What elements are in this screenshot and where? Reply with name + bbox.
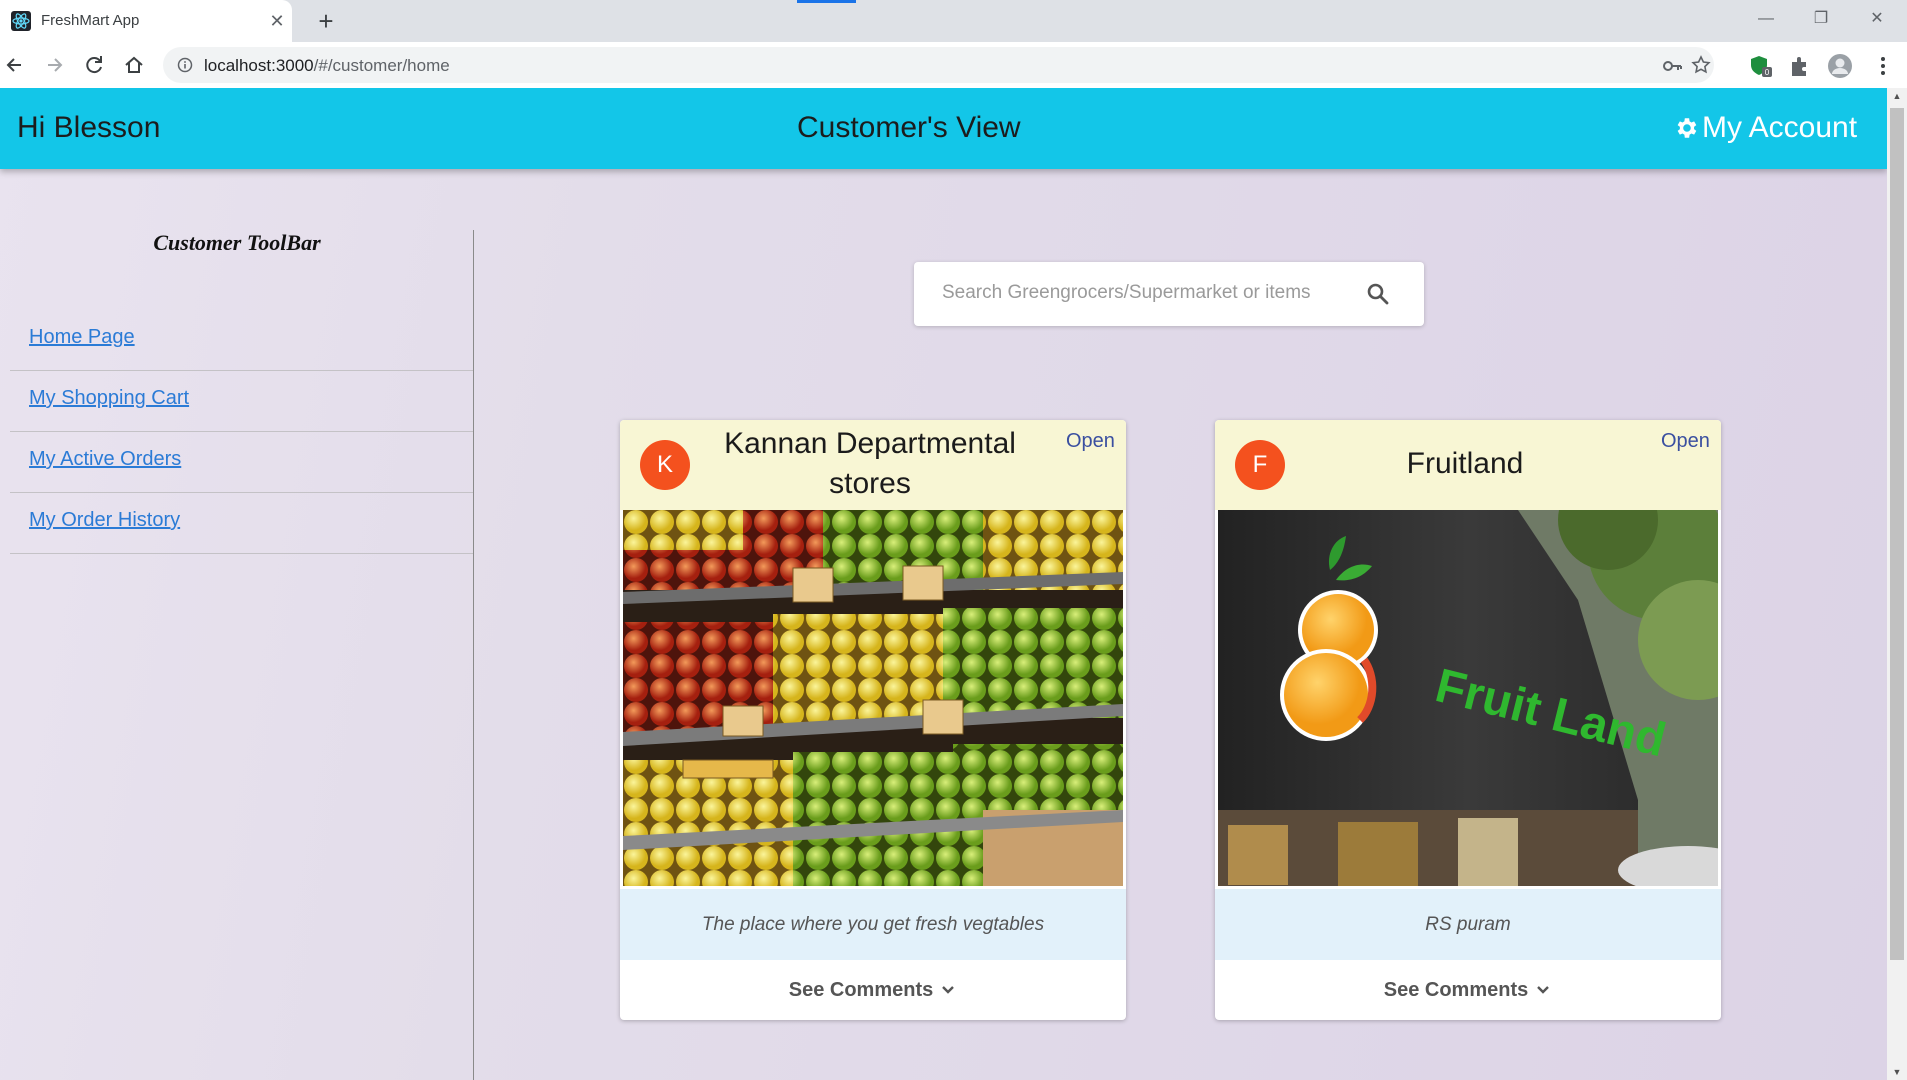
browser-tabstrip: FreshMart App ✕ + — ❐ ✕ xyxy=(0,0,1907,42)
scroll-down-arrow-icon[interactable]: ▼ xyxy=(1887,1064,1907,1080)
scrollbar-thumb[interactable] xyxy=(1890,108,1904,960)
new-tab-button[interactable]: + xyxy=(312,7,340,35)
chevron-down-icon xyxy=(1537,986,1550,994)
browser-toolbar: localhost:3000/#/customer/home 0 xyxy=(0,42,1907,88)
key-icon[interactable] xyxy=(1661,55,1683,77)
store-card-header: K Kannan Departmental stores Open xyxy=(620,420,1126,510)
store-card: K Kannan Departmental stores Open The pl… xyxy=(620,420,1126,1020)
store-description: RS puram xyxy=(1215,889,1721,960)
store-status: Open xyxy=(1661,430,1710,452)
address-bar[interactable]: localhost:3000/#/customer/home xyxy=(163,47,1714,83)
chevron-down-icon xyxy=(942,986,955,994)
store-image-fruit-shelves[interactable] xyxy=(623,510,1123,886)
store-description: The place where you get fresh vegtables xyxy=(620,889,1126,960)
info-icon[interactable] xyxy=(177,57,193,73)
store-name: Kannan Departmental stores xyxy=(724,427,1016,500)
active-orders-link[interactable]: My Active Orders xyxy=(29,448,181,470)
app-header: Hi Blesson Customer's View My Account xyxy=(0,88,1887,169)
profile-avatar-icon[interactable] xyxy=(1827,53,1853,79)
customer-sidebar: Customer ToolBar Home Page My Shopping C… xyxy=(0,230,474,1080)
sidebar-item-order-history: My Order History xyxy=(10,493,473,554)
reload-icon[interactable] xyxy=(80,51,108,79)
restore-button[interactable]: ❐ xyxy=(1801,4,1841,34)
url-path: /#/customer/home xyxy=(313,56,450,75)
scroll-up-arrow-icon[interactable]: ▲ xyxy=(1887,88,1907,104)
url-host: localhost:3000 xyxy=(204,56,314,75)
sidebar-title: Customer ToolBar xyxy=(153,230,321,255)
url-text: localhost:3000/#/customer/home xyxy=(204,56,450,76)
tab-title: FreshMart App xyxy=(41,12,140,29)
my-account-button[interactable]: My Account xyxy=(1673,110,1857,146)
store-name: Fruitland xyxy=(1406,447,1524,480)
sidebar-item-home: Home Page xyxy=(10,310,473,371)
home-icon[interactable] xyxy=(120,51,148,79)
browser-tab[interactable]: FreshMart App ✕ xyxy=(0,0,292,42)
forward-arrow-icon[interactable] xyxy=(40,51,68,79)
app-root: Hi Blesson Customer's View My Account Cu… xyxy=(0,88,1887,1080)
back-arrow-icon[interactable] xyxy=(1,51,29,79)
extension-shield-icon[interactable]: 0 xyxy=(1748,53,1774,79)
fruit-shelves-illustration xyxy=(623,510,1123,886)
react-icon xyxy=(11,11,31,31)
tab-loading-indicator xyxy=(797,0,856,3)
svg-text:0: 0 xyxy=(1765,68,1770,77)
see-comments-button[interactable]: See Comments xyxy=(1215,960,1721,1020)
search-box xyxy=(914,262,1424,326)
see-comments-label: See Comments xyxy=(788,978,934,1001)
see-comments-label: See Comments xyxy=(1383,978,1529,1001)
store-card-header: F Fruitland Open xyxy=(1215,420,1721,510)
store-status: Open xyxy=(1066,430,1115,452)
extensions-puzzle-icon[interactable] xyxy=(1787,53,1813,79)
store-image-storefront[interactable]: Fruit Land xyxy=(1218,510,1718,886)
store-avatar: K xyxy=(640,440,690,490)
store-avatar: F xyxy=(1235,440,1285,490)
sidebar-nav: Home Page My Shopping Cart My Active Ord… xyxy=(10,310,473,554)
page-title: Customer's View xyxy=(797,111,1021,144)
page-scrollbar[interactable]: ▲ ▼ xyxy=(1887,88,1907,1080)
search-input[interactable] xyxy=(942,276,1352,310)
greeting: Hi Blesson xyxy=(17,111,161,144)
tab-close-icon[interactable]: ✕ xyxy=(266,10,288,32)
sidebar-item-active-orders: My Active Orders xyxy=(10,432,473,493)
gear-icon xyxy=(1677,118,1697,138)
home-page-link[interactable]: Home Page xyxy=(29,326,135,348)
shopping-cart-link[interactable]: My Shopping Cart xyxy=(29,387,189,409)
store-card: F Fruitland Open Fruit Land RS puram See… xyxy=(1215,420,1721,1020)
close-window-button[interactable]: ✕ xyxy=(1857,4,1897,34)
bookmark-star-icon[interactable] xyxy=(1690,54,1712,76)
minimize-button[interactable]: — xyxy=(1746,4,1786,34)
search-icon[interactable] xyxy=(1364,280,1392,308)
storefront-illustration: Fruit Land xyxy=(1218,510,1718,886)
my-account-label: My Account xyxy=(1702,111,1858,144)
order-history-link[interactable]: My Order History xyxy=(29,509,180,531)
sidebar-item-cart: My Shopping Cart xyxy=(10,371,473,432)
more-menu-icon[interactable] xyxy=(1870,53,1896,79)
see-comments-button[interactable]: See Comments xyxy=(620,960,1126,1020)
